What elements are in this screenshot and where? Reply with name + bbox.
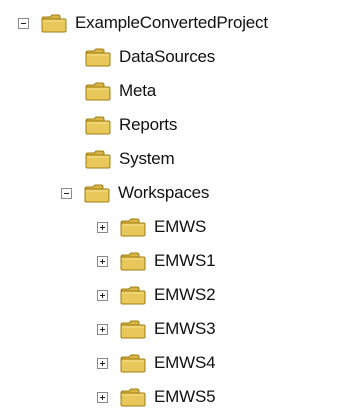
- tree-node-root[interactable]: ExampleConvertedProject: [18, 10, 268, 36]
- tree-node-label[interactable]: Meta: [119, 80, 156, 102]
- folder-icon: [120, 286, 146, 305]
- collapse-toggle-icon[interactable]: [61, 187, 72, 199]
- tree-node-reports[interactable]: Reports: [85, 112, 177, 138]
- folder-icon: [85, 116, 111, 135]
- tree-node-emws3[interactable]: EMWS3: [97, 316, 216, 342]
- tree-node-label[interactable]: EMWS3: [154, 318, 216, 340]
- tree-node-label[interactable]: EMWS5: [154, 386, 216, 408]
- tree-node-emws[interactable]: EMWS: [97, 214, 206, 240]
- tree-node-label[interactable]: EMWS4: [154, 352, 216, 374]
- tree-node-label[interactable]: DataSources: [119, 46, 215, 68]
- expand-toggle-icon[interactable]: [97, 255, 108, 267]
- project-tree: ExampleConvertedProject DataSources Meta…: [0, 0, 339, 409]
- tree-node-label[interactable]: ExampleConvertedProject: [75, 12, 268, 34]
- tree-node-system[interactable]: System: [85, 146, 175, 172]
- tree-node-label[interactable]: EMWS1: [154, 250, 216, 272]
- tree-node-emws2[interactable]: EMWS2: [97, 282, 216, 308]
- folder-icon: [120, 218, 146, 237]
- tree-node-label[interactable]: Workspaces: [118, 182, 209, 204]
- tree-node-meta[interactable]: Meta: [85, 78, 156, 104]
- expand-toggle-icon[interactable]: [97, 323, 108, 335]
- tree-node-label[interactable]: System: [119, 148, 175, 170]
- folder-icon: [85, 82, 111, 101]
- folder-icon: [120, 252, 146, 271]
- tree-node-workspaces[interactable]: Workspaces: [61, 180, 209, 206]
- folder-icon: [84, 184, 110, 203]
- tree-node-emws5[interactable]: EMWS5: [97, 384, 216, 409]
- folder-icon: [85, 150, 111, 169]
- expand-toggle-icon[interactable]: [97, 357, 108, 369]
- tree-node-label[interactable]: EMWS: [154, 216, 206, 238]
- tree-node-datasources[interactable]: DataSources: [85, 44, 215, 70]
- expand-toggle-icon[interactable]: [97, 289, 108, 301]
- folder-icon: [120, 320, 146, 339]
- tree-node-emws1[interactable]: EMWS1: [97, 248, 216, 274]
- expand-toggle-icon[interactable]: [97, 221, 108, 233]
- tree-node-emws4[interactable]: EMWS4: [97, 350, 216, 376]
- folder-icon: [120, 388, 146, 407]
- folder-icon: [120, 354, 146, 373]
- tree-node-label[interactable]: Reports: [119, 114, 177, 136]
- tree-node-label[interactable]: EMWS2: [154, 284, 216, 306]
- collapse-toggle-icon[interactable]: [18, 17, 29, 29]
- folder-icon: [85, 48, 111, 67]
- expand-toggle-icon[interactable]: [97, 391, 108, 403]
- folder-icon: [41, 14, 67, 33]
